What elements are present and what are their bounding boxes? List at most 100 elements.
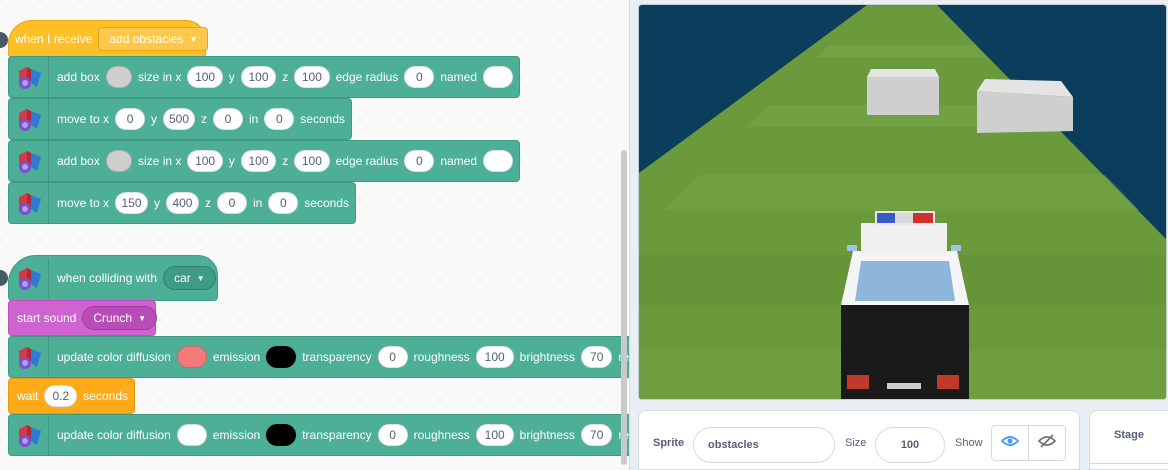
edge-radius-label: edge radius: [335, 154, 399, 168]
size-input[interactable]: 100: [875, 427, 945, 463]
move-to-block[interactable]: move to x 0 y 500 z 0 in 0 seconds: [8, 98, 352, 140]
seconds-input[interactable]: 0: [268, 192, 299, 214]
size-value: 100: [900, 439, 920, 451]
diffusion-color-swatch[interactable]: [176, 424, 207, 446]
stage-selector-pane[interactable]: Stage: [1089, 410, 1168, 470]
roughness-label: roughness: [413, 428, 470, 442]
z-label: z: [200, 112, 207, 126]
sound-dropdown[interactable]: Crunch ▼: [82, 306, 157, 330]
target-value: car: [174, 271, 191, 285]
seconds-label: seconds: [83, 389, 128, 403]
obstacle-box: [977, 79, 1073, 133]
block-label: add box: [57, 154, 100, 168]
stage-divider: [1090, 463, 1168, 464]
diffusion-color-swatch[interactable]: [176, 346, 207, 368]
size-label: size in x: [138, 154, 182, 168]
sprite-name-input[interactable]: obstacles: [693, 427, 835, 463]
edge-radius-input[interactable]: 0: [404, 66, 435, 88]
add-box-block[interactable]: add box size in x 100 y 100 z 100 edge r…: [8, 56, 520, 98]
transparency-input[interactable]: 0: [377, 346, 408, 368]
stage-label: Stage: [1114, 429, 1144, 441]
sprite-label: Sprite: [653, 437, 685, 449]
3d-extension-icon: [9, 183, 49, 223]
brightness-input[interactable]: 70: [581, 346, 613, 368]
move-to-block[interactable]: move to x 150 y 400 z 0 in 0 seconds: [8, 182, 356, 224]
color-swatch[interactable]: [105, 150, 133, 172]
z-label: z: [282, 154, 289, 168]
3d-extension-icon: [9, 99, 49, 139]
seconds-input[interactable]: 0: [264, 108, 295, 130]
message-dropdown[interactable]: add obstacles ▼: [98, 27, 209, 51]
wait-seconds-input[interactable]: 0.2: [44, 385, 78, 407]
brightness-label: brightness: [519, 350, 576, 364]
roughness-input[interactable]: 100: [475, 346, 514, 368]
chevron-down-icon: ▼: [196, 273, 205, 283]
x-input[interactable]: 150: [115, 192, 148, 214]
seconds-label: seconds: [300, 112, 345, 126]
update-color-block[interactable]: update color diffusion emission transpar…: [8, 414, 629, 456]
color-swatch[interactable]: [105, 66, 133, 88]
transparency-input[interactable]: 0: [377, 424, 408, 446]
emission-label: emission: [212, 428, 261, 442]
emission-label: emission: [212, 350, 261, 364]
y-input[interactable]: 400: [165, 192, 199, 214]
brightness-input[interactable]: 70: [581, 424, 613, 446]
y-input[interactable]: 100: [240, 66, 277, 88]
3d-extension-icon: [9, 141, 49, 181]
transparency-label: transparency: [302, 350, 372, 364]
z-input[interactable]: 100: [294, 150, 330, 172]
show-label: Show: [955, 437, 983, 449]
block-label: wait: [17, 389, 39, 403]
y-label: y: [228, 70, 235, 84]
code-area[interactable]: when I receive add obstacles ▼ add box s…: [0, 0, 630, 470]
wait-block[interactable]: wait 0.2 seconds: [8, 378, 135, 414]
block-label: update color diffusion: [57, 350, 171, 364]
edge-radius-input[interactable]: 0: [404, 150, 435, 172]
stage-canvas[interactable]: [638, 4, 1167, 400]
x-input[interactable]: 0: [115, 108, 146, 130]
z-input[interactable]: 0: [216, 192, 247, 214]
3d-extension-icon: [9, 415, 49, 455]
transparency-label: transparency: [302, 428, 372, 442]
x-input[interactable]: 100: [187, 150, 223, 172]
eye-slash-icon: [1037, 433, 1057, 453]
add-box-block[interactable]: add box size in x 100 y 100 z 100 edge r…: [8, 140, 520, 182]
roughness-label: roughness: [413, 350, 470, 364]
chevron-down-icon: ▼: [138, 313, 146, 323]
stage-scene: [639, 5, 1166, 399]
block-label: start sound: [17, 311, 77, 325]
name-input[interactable]: [483, 150, 514, 172]
named-label: named: [440, 154, 478, 168]
start-sound-block[interactable]: start sound Crunch ▼: [8, 300, 157, 336]
hat-label: when I receive: [15, 32, 93, 46]
3d-extension-icon: [9, 57, 49, 97]
collision-target-dropdown[interactable]: car ▼: [163, 266, 216, 290]
in-label: in: [252, 196, 263, 210]
script-marker: [0, 270, 8, 286]
x-input[interactable]: 100: [187, 66, 223, 88]
show-sprite-button[interactable]: [991, 425, 1029, 461]
emission-color-swatch[interactable]: [266, 424, 297, 446]
name-input[interactable]: [483, 66, 514, 88]
update-color-block[interactable]: update color diffusion emission transpar…: [8, 336, 629, 378]
when-i-receive-hat-block[interactable]: when I receive add obstacles ▼: [8, 20, 209, 58]
chevron-down-icon: ▼: [189, 34, 198, 44]
z-input[interactable]: 0: [212, 108, 243, 130]
roughness-input[interactable]: 100: [475, 424, 514, 446]
code-area-scrollbar[interactable]: [621, 150, 627, 465]
y-input[interactable]: 100: [240, 150, 277, 172]
y-label: y: [228, 154, 235, 168]
z-label: z: [282, 70, 289, 84]
emission-color-swatch[interactable]: [266, 346, 297, 368]
sound-value: Crunch: [93, 311, 133, 325]
size-label: size in x: [138, 70, 182, 84]
z-input[interactable]: 100: [294, 66, 330, 88]
hide-sprite-button[interactable]: [1028, 425, 1066, 461]
block-label: when colliding with: [57, 271, 158, 285]
obstacle-box: [867, 69, 939, 115]
block-label: update color diffusion: [57, 428, 171, 442]
script-marker: [0, 32, 8, 48]
when-colliding-hat-block[interactable]: when colliding with car ▼: [8, 255, 218, 301]
y-input[interactable]: 500: [163, 108, 195, 130]
3d-extension-icon: [9, 337, 49, 377]
